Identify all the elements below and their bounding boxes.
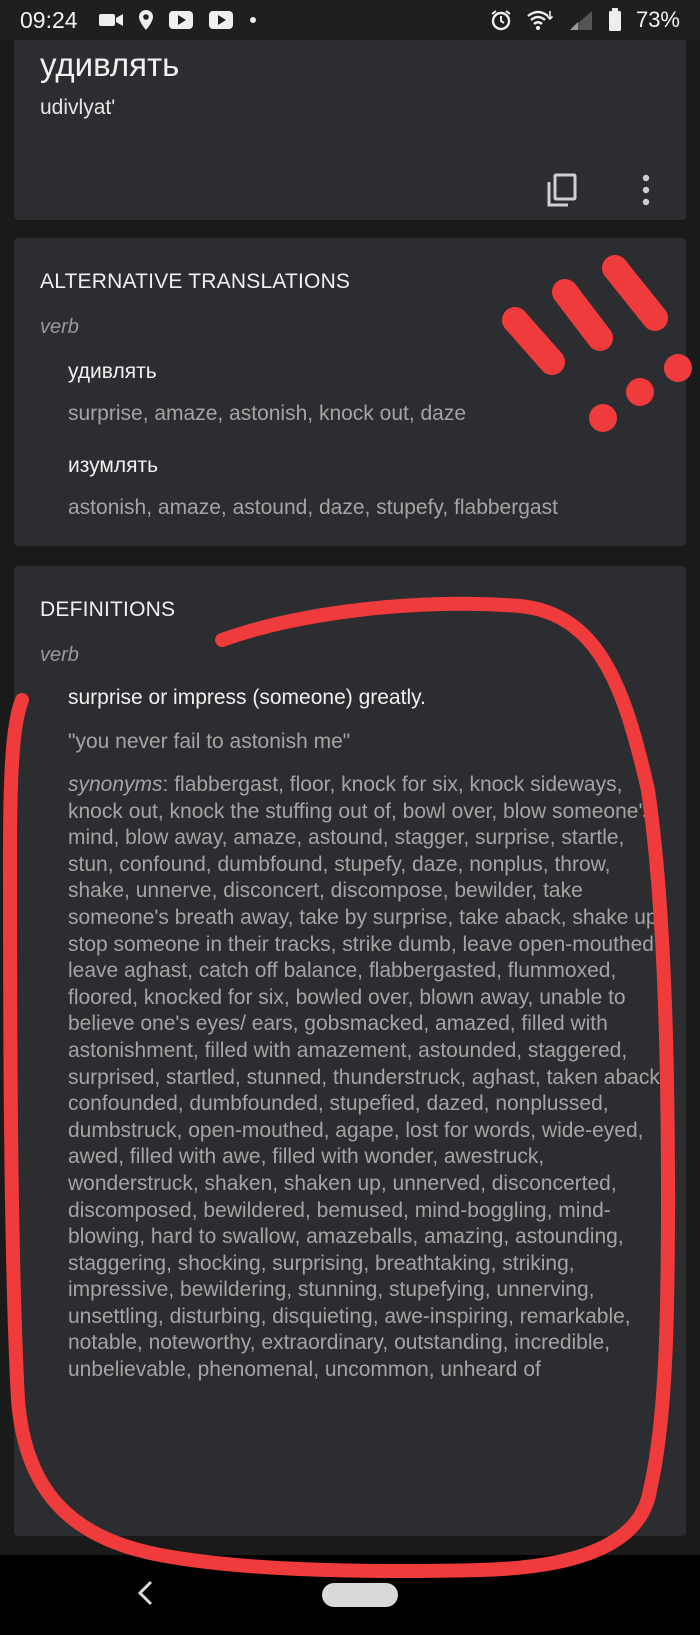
video-call-icon: [98, 11, 124, 29]
alt-translations: astonish, amaze, astound, daze, stupefy,…: [68, 496, 558, 519]
battery-percent: 73%: [635, 7, 680, 32]
navigation-bar: [0, 1555, 700, 1635]
status-bar: 09:24 73%: [0, 0, 700, 40]
status-left: 09:24: [20, 7, 258, 34]
part-of-speech: verb: [40, 316, 79, 338]
part-of-speech: verb: [40, 644, 79, 666]
word-card: удивлять udivlyat': [14, 40, 686, 220]
synonyms-text: : flabbergast, floor, knock for six, kno…: [68, 773, 666, 1382]
battery-icon: [608, 8, 622, 32]
definition-text: surprise or impress (someone) greatly.: [68, 686, 426, 709]
back-chevron-icon: [136, 1579, 154, 1612]
home-pill-button[interactable]: [322, 1583, 398, 1607]
word-title: удивлять: [40, 46, 180, 83]
more-vert-icon: [641, 174, 651, 211]
alternative-translations-header: ALTERNATIVE TRANSLATIONS: [40, 270, 351, 293]
synonyms-label: synonyms: [68, 773, 163, 796]
youtube-icon: [208, 10, 234, 30]
alarm-icon: [490, 9, 512, 31]
status-time: 09:24: [20, 6, 78, 33]
location-icon: [138, 9, 154, 31]
definitions-header: DEFINITIONS: [40, 598, 176, 621]
status-right: 73%: [490, 7, 680, 33]
alternative-translations-card: ALTERNATIVE TRANSLATIONS verb удивлять s…: [14, 238, 686, 546]
copy-icon: [546, 173, 578, 212]
back-button[interactable]: [128, 1575, 162, 1615]
definitions-card: DEFINITIONS verb surprise or impress (so…: [14, 566, 686, 1536]
youtube-icon: [168, 10, 194, 30]
definition-example: "you never fail to astonish me": [68, 730, 351, 753]
copy-button[interactable]: [540, 170, 584, 214]
more-options-button[interactable]: [624, 170, 668, 214]
wifi-icon: [526, 9, 554, 31]
alt-term[interactable]: изумлять: [68, 454, 158, 478]
signal-icon: [568, 9, 594, 31]
alt-translations: surprise, amaze, astonish, knock out, da…: [68, 402, 467, 425]
transliteration: udivlyat': [40, 96, 116, 119]
dot-icon: [248, 15, 258, 25]
alt-term[interactable]: удивлять: [68, 360, 157, 384]
synonyms-list: synonyms: flabbergast, floor, knock for …: [68, 772, 668, 1384]
